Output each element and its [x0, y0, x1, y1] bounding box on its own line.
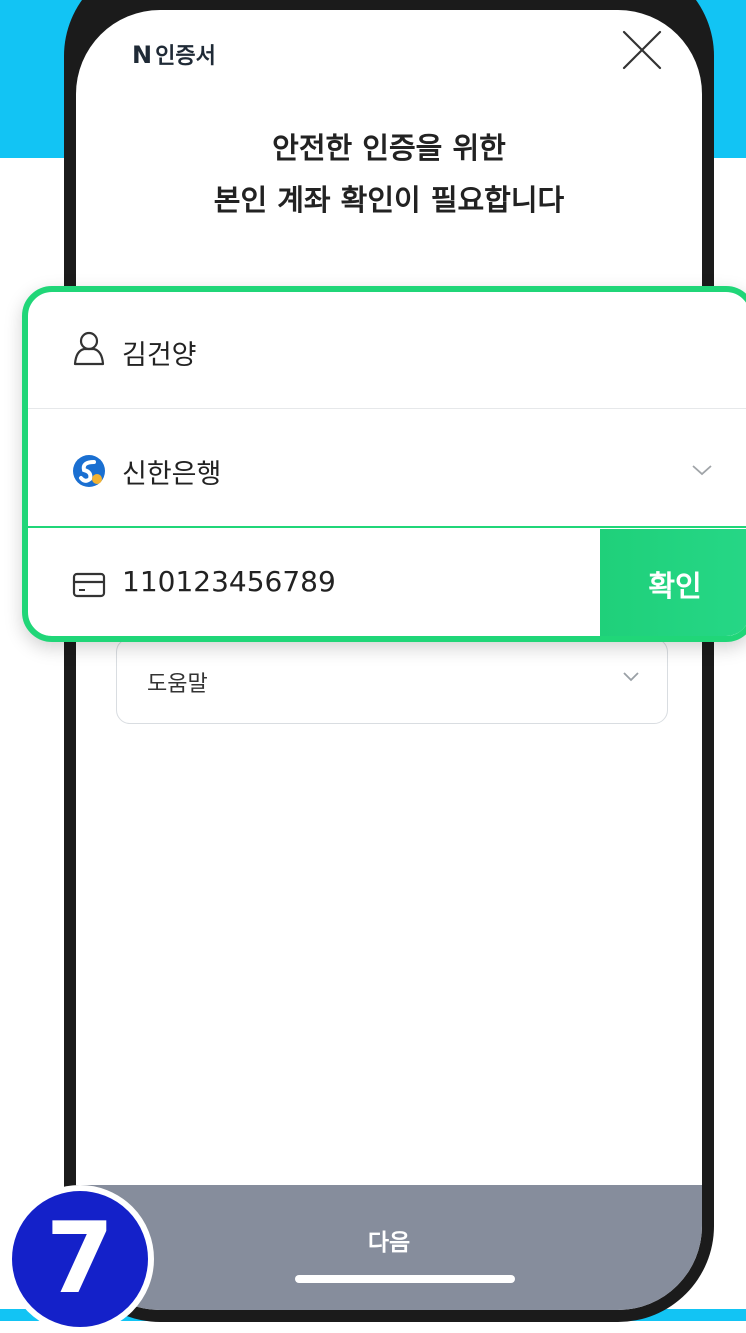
name-value: 김건양 — [122, 340, 197, 371]
chevron-down-icon — [623, 672, 639, 682]
brand-logo: N 인증서 — [132, 38, 216, 70]
confirm-button-label: 확인 — [648, 569, 702, 603]
brand-name: 인증서 — [155, 44, 216, 69]
bank-value: 신한은행 — [122, 459, 222, 490]
name-row: 김건양 — [28, 292, 746, 409]
step-number: 7 — [45, 1202, 115, 1316]
bank-select-row[interactable]: 신한은행 — [28, 410, 746, 528]
title-line-2: 본인 계좌 확인이 필요합니다 — [213, 183, 565, 217]
close-icon[interactable] — [620, 28, 664, 72]
account-row: 110123456789 확인 — [28, 529, 746, 636]
title-line-1: 안전한 인증을 위한 — [272, 131, 506, 165]
page-title: 안전한 인증을 위한 본인 계좌 확인이 필요합니다 — [76, 122, 702, 226]
help-label: 도움말 — [147, 672, 208, 697]
home-indicator — [295, 1275, 515, 1283]
account-number-input[interactable]: 110123456789 — [122, 565, 336, 598]
next-button[interactable]: 다음 — [76, 1185, 702, 1310]
chevron-down-icon — [692, 465, 712, 476]
person-icon — [73, 331, 105, 366]
step-number-badge: 7 — [6, 1185, 154, 1333]
card-icon — [72, 572, 106, 598]
confirm-button[interactable]: 확인 — [600, 529, 746, 636]
help-dropdown[interactable]: 도움말 — [116, 638, 668, 724]
phone-frame: N 인증서 안전한 인증을 위한 본인 계좌 확인이 필요합니다 도움말 다음 — [64, 0, 714, 1322]
shinhan-bank-logo-icon — [73, 455, 105, 487]
account-verification-card: 김건양 신한은행 110123456789 확인 — [22, 286, 746, 642]
next-button-label: 다음 — [367, 1230, 411, 1256]
brand-mark: N — [132, 41, 153, 69]
phone-screen: N 인증서 안전한 인증을 위한 본인 계좌 확인이 필요합니다 도움말 다음 — [76, 10, 702, 1310]
